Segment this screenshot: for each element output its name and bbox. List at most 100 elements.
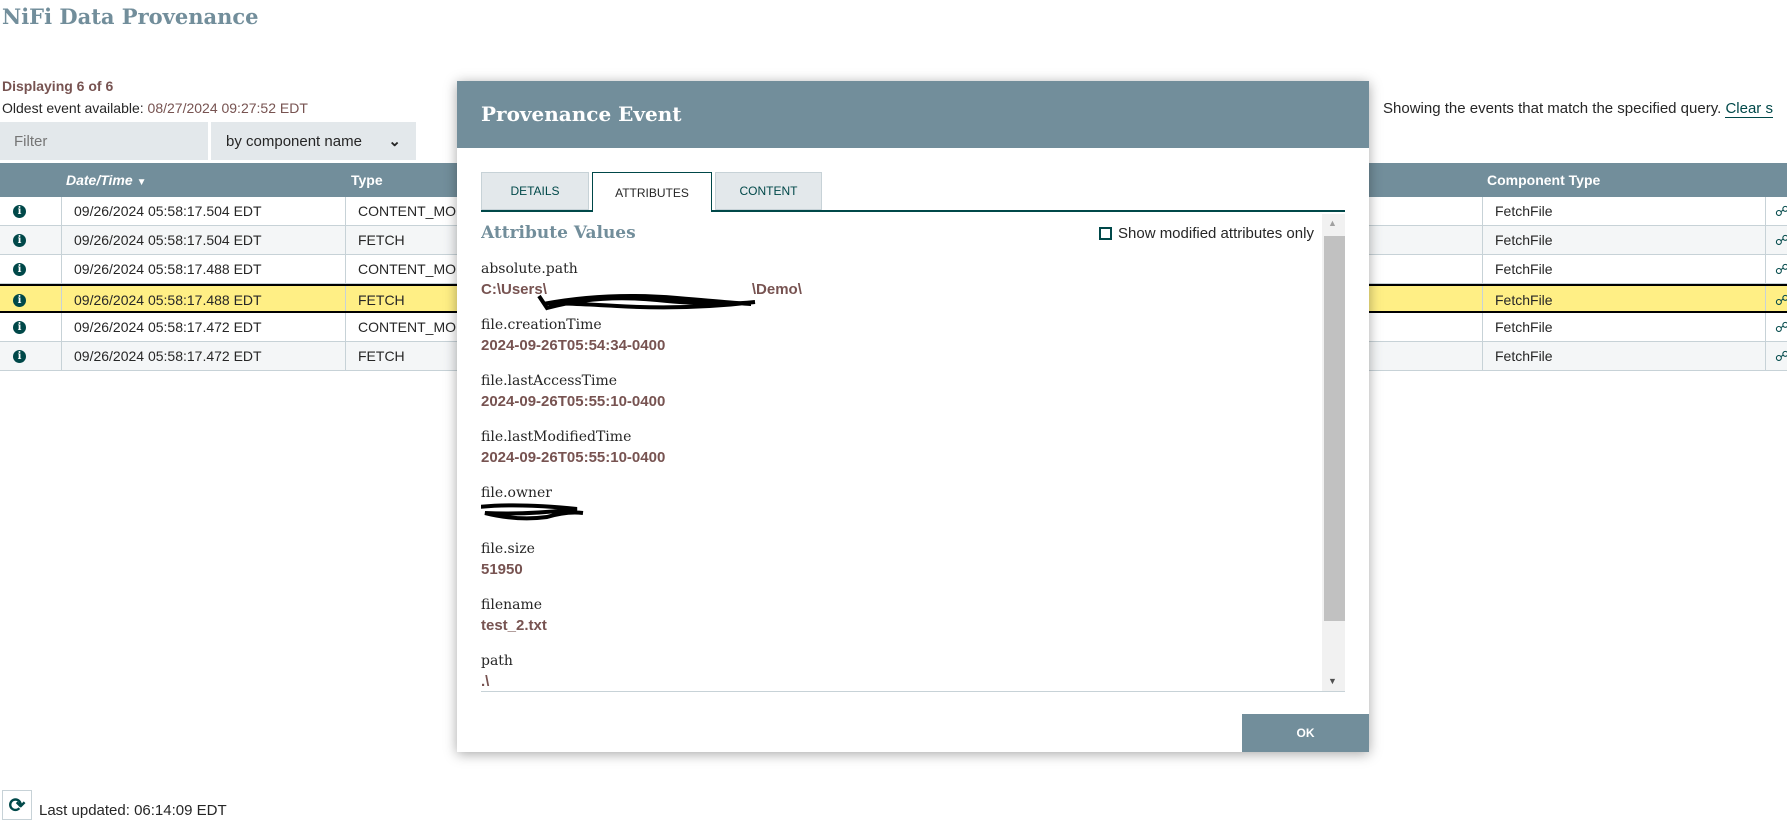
lineage-icon[interactable]: ☍ — [1775, 348, 1787, 365]
cell-datetime: 09/26/2024 05:58:17.472 EDT — [74, 348, 262, 364]
cell-component-type: FetchFile — [1495, 319, 1553, 335]
modified-only-checkbox[interactable]: Show modified attributes only — [1099, 225, 1314, 242]
lineage-icon[interactable]: ☍ — [1775, 261, 1787, 278]
cell-datetime: 09/26/2024 05:58:17.488 EDT — [74, 292, 262, 308]
attribute-name: file.owner — [481, 485, 552, 501]
modified-only-label: Show modified attributes only — [1118, 225, 1314, 242]
attribute-value: test_2.txt — [481, 617, 547, 634]
cell-type: CONTENT_MOD — [358, 203, 467, 219]
column-type[interactable]: Type — [351, 172, 383, 188]
redaction-scribble — [481, 503, 584, 521]
cell-type: FETCH — [358, 292, 405, 308]
info-icon[interactable]: i — [13, 263, 26, 276]
cell-divider — [1482, 255, 1483, 283]
displaying-count: Displaying 6 of 6 — [2, 78, 114, 94]
attribute-value: 2024-09-26T05:55:10-0400 — [481, 393, 666, 410]
cell-component-type: FetchFile — [1495, 261, 1553, 277]
lineage-icon[interactable]: ☍ — [1775, 292, 1787, 309]
scrollbar[interactable]: ▲ ▼ — [1322, 214, 1345, 691]
last-updated: Last updated: 06:14:09 EDT — [39, 802, 227, 819]
cell-datetime: 09/26/2024 05:58:17.504 EDT — [74, 232, 262, 248]
chevron-down-icon: ⌄ — [388, 133, 401, 150]
lineage-icon[interactable]: ☍ — [1775, 232, 1787, 249]
tab-divider — [481, 210, 592, 212]
cell-divider — [1765, 255, 1766, 283]
scroll-up-icon[interactable]: ▲ — [1328, 218, 1337, 228]
section-title: Attribute Values — [481, 223, 636, 243]
cell-type: FETCH — [358, 348, 405, 364]
attribute-name: file.lastModifiedTime — [481, 429, 632, 445]
cell-divider — [345, 226, 346, 254]
oldest-label: Oldest event available: — [2, 100, 148, 116]
cell-divider — [61, 197, 62, 225]
cell-divider — [1482, 313, 1483, 341]
cell-type: CONTENT_MOD — [358, 319, 467, 335]
cell-divider — [61, 286, 62, 311]
filter-by-select[interactable]: by component name ⌄ — [211, 122, 416, 160]
attribute-value: 51950 — [481, 561, 523, 578]
query-status: Showing the events that match the specif… — [1383, 100, 1773, 118]
info-icon[interactable]: i — [13, 350, 26, 363]
cell-divider — [1765, 197, 1766, 225]
cell-divider — [345, 342, 346, 370]
cell-divider — [1765, 226, 1766, 254]
column-component-type[interactable]: Component Type — [1487, 172, 1600, 188]
clear-search-link[interactable]: Clear s — [1725, 100, 1773, 118]
attribute-name: file.size — [481, 541, 535, 557]
dialog-title: Provenance Event — [457, 81, 1369, 148]
attribute-value: .\ — [481, 673, 490, 690]
lineage-icon[interactable]: ☍ — [1775, 203, 1787, 220]
filter-input[interactable] — [0, 122, 208, 160]
tab-content[interactable]: CONTENT — [715, 172, 822, 210]
provenance-event-dialog: Provenance Event DETAILS ATTRIBUTES CONT… — [457, 81, 1369, 752]
info-icon[interactable]: i — [13, 234, 26, 247]
checkbox-icon — [1099, 227, 1112, 240]
info-icon[interactable]: i — [13, 205, 26, 218]
cell-datetime: 09/26/2024 05:58:17.472 EDT — [74, 319, 262, 335]
cell-type: CONTENT_MOD — [358, 261, 467, 277]
attribute-value: C:\Users\ \Demo\ — [481, 281, 802, 311]
tab-divider — [712, 210, 1345, 212]
column-datetime[interactable]: Date/Time ▼ — [66, 172, 146, 188]
page-title: NiFi Data Provenance — [2, 4, 259, 29]
lineage-icon[interactable]: ☍ — [1775, 319, 1787, 336]
refresh-button[interactable]: ⟳ — [2, 790, 32, 820]
scrollbar-thumb[interactable] — [1324, 236, 1345, 621]
attribute-name: file.creationTime — [481, 317, 602, 333]
info-icon[interactable]: i — [13, 294, 26, 307]
refresh-icon: ⟳ — [8, 794, 26, 817]
cell-divider — [61, 342, 62, 370]
cell-divider — [1482, 342, 1483, 370]
cell-divider — [61, 255, 62, 283]
scroll-down-icon[interactable]: ▼ — [1328, 676, 1337, 686]
cell-type: FETCH — [358, 232, 405, 248]
cell-divider — [1482, 197, 1483, 225]
oldest-event: Oldest event available: 08/27/2024 09:27… — [2, 100, 308, 116]
attribute-name: filename — [481, 597, 543, 613]
cell-divider — [1482, 226, 1483, 254]
cell-datetime: 09/26/2024 05:58:17.488 EDT — [74, 261, 262, 277]
value-suffix: \Demo\ — [751, 281, 802, 298]
cell-component-type: FetchFile — [1495, 232, 1553, 248]
attribute-value: 2024-09-26T05:54:34-0400 — [481, 337, 666, 354]
cell-divider — [61, 313, 62, 341]
cell-divider — [1765, 342, 1766, 370]
cell-divider — [1765, 286, 1766, 311]
column-datetime-label: Date/Time — [66, 172, 133, 188]
cell-divider — [1482, 286, 1483, 311]
oldest-value: 08/27/2024 09:27:52 EDT — [147, 100, 308, 116]
tab-details[interactable]: DETAILS — [481, 172, 589, 210]
info-icon[interactable]: i — [13, 321, 26, 334]
cell-divider — [345, 286, 346, 311]
attribute-name: absolute.path — [481, 261, 578, 277]
redaction-scribble — [537, 294, 756, 311]
cell-divider — [345, 197, 346, 225]
cell-divider — [345, 313, 346, 341]
tab-attributes[interactable]: ATTRIBUTES — [592, 172, 712, 212]
filter-by-value: by component name — [226, 132, 362, 150]
cell-divider — [1765, 313, 1766, 341]
ok-button[interactable]: OK — [1242, 714, 1369, 752]
attributes-panel: Attribute Values Show modified attribute… — [481, 214, 1345, 692]
cell-component-type: FetchFile — [1495, 348, 1553, 364]
attribute-name: file.lastAccessTime — [481, 373, 618, 389]
